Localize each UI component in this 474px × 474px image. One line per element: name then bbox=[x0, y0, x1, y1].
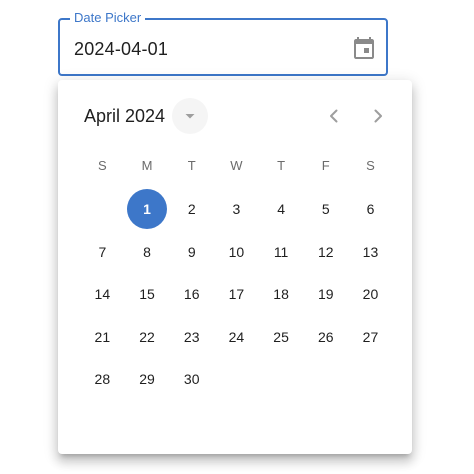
day-cell[interactable]: 20 bbox=[348, 273, 393, 316]
day-cell[interactable]: 16 bbox=[169, 273, 214, 316]
day-cell[interactable]: 14 bbox=[80, 273, 125, 316]
day-number: 5 bbox=[321, 201, 330, 218]
day-number: 2 bbox=[187, 201, 196, 218]
day-cell[interactable]: 26 bbox=[303, 316, 348, 359]
day-cell[interactable]: 12 bbox=[303, 231, 348, 274]
day-cell[interactable]: 28 bbox=[80, 358, 125, 401]
day-cell[interactable]: 7 bbox=[80, 231, 125, 274]
day-number: 1 bbox=[127, 189, 168, 230]
day-cell[interactable]: 24 bbox=[214, 316, 259, 359]
day-number: 9 bbox=[187, 243, 196, 260]
chevron-left-icon bbox=[330, 109, 338, 123]
day-number: 20 bbox=[362, 286, 379, 303]
arrow-drop-down-icon bbox=[185, 114, 195, 119]
day-number: 12 bbox=[317, 243, 334, 260]
day-number: 27 bbox=[362, 328, 379, 345]
calendar-popup: April 2024 S M T W T F S 1 2 3 4 5 6 7 8 9 10 11 12… bbox=[58, 80, 412, 454]
day-number: 15 bbox=[139, 286, 155, 303]
day-cell[interactable]: 17 bbox=[214, 273, 259, 316]
day-number: 17 bbox=[228, 286, 245, 303]
date-input-value[interactable]: 2024-04-01 bbox=[74, 38, 168, 60]
date-picker-label: Date Picker bbox=[70, 10, 146, 26]
day-number: 19 bbox=[317, 286, 334, 303]
day-number: 7 bbox=[98, 243, 107, 260]
day-cell[interactable]: 11 bbox=[259, 231, 304, 274]
day-cell[interactable]: 15 bbox=[125, 273, 170, 316]
day-number: 16 bbox=[183, 286, 200, 303]
previous-month-button[interactable] bbox=[320, 102, 348, 130]
day-empty-cell bbox=[80, 188, 125, 231]
weekday-label: T bbox=[187, 158, 196, 173]
day-cell[interactable]: 13 bbox=[348, 231, 393, 274]
weekday-label: M bbox=[141, 158, 153, 173]
day-cell[interactable]: 18 bbox=[259, 273, 304, 316]
day-number: 13 bbox=[362, 243, 379, 260]
chevron-right-icon bbox=[374, 109, 382, 123]
day-number: 30 bbox=[183, 371, 200, 388]
day-number: 28 bbox=[94, 371, 111, 388]
day-selected[interactable]: 1 bbox=[125, 188, 170, 231]
day-cell[interactable]: 10 bbox=[214, 231, 259, 274]
day-number: 14 bbox=[94, 286, 111, 303]
day-cell[interactable]: 2 bbox=[169, 188, 214, 231]
month-year-label[interactable]: April 2024 bbox=[84, 105, 165, 127]
weekday-label: T bbox=[277, 158, 286, 173]
day-number: 10 bbox=[228, 243, 245, 260]
day-cell[interactable]: 21 bbox=[80, 316, 125, 359]
calendar-icon[interactable] bbox=[352, 36, 376, 60]
day-number: 8 bbox=[143, 243, 151, 260]
day-cell[interactable]: 4 bbox=[259, 188, 304, 231]
day-cell[interactable]: 19 bbox=[303, 273, 348, 316]
day-number: 22 bbox=[139, 328, 155, 345]
day-cell[interactable]: 30 bbox=[169, 358, 214, 401]
weekday-label: W bbox=[230, 158, 243, 173]
day-cell[interactable]: 29 bbox=[125, 358, 170, 401]
day-number: 25 bbox=[273, 328, 289, 345]
day-cell[interactable]: 3 bbox=[214, 188, 259, 231]
weekday-label: S bbox=[98, 158, 107, 173]
date-picker-field[interactable]: Date Picker 2024-04-01 bbox=[58, 10, 388, 76]
day-cell[interactable]: 8 bbox=[125, 231, 170, 274]
day-grid: 1 2 3 4 5 6 7 8 9 10 11 12 13 14 15 16 17 18 19 20 21 22 23 24 2… bbox=[80, 188, 393, 401]
day-cell[interactable]: 22 bbox=[125, 316, 170, 359]
weekday-header-row: S M T W T F S bbox=[80, 156, 393, 176]
day-number: 26 bbox=[317, 328, 334, 345]
day-cell[interactable]: 27 bbox=[348, 316, 393, 359]
date-picker-screen: Date Picker 2024-04-01 April 2024 S M T … bbox=[0, 0, 474, 474]
day-cell[interactable]: 25 bbox=[259, 316, 304, 359]
day-number: 21 bbox=[94, 328, 111, 345]
day-cell[interactable]: 6 bbox=[348, 188, 393, 231]
day-number: 23 bbox=[183, 328, 200, 345]
day-number: 4 bbox=[277, 201, 285, 218]
weekday-label: S bbox=[366, 158, 375, 173]
weekday-label: F bbox=[321, 158, 330, 173]
day-number: 6 bbox=[366, 201, 375, 218]
day-number: 11 bbox=[273, 243, 289, 260]
day-cell[interactable]: 23 bbox=[169, 316, 214, 359]
day-number: 18 bbox=[273, 286, 289, 303]
year-view-toggle-button[interactable] bbox=[172, 98, 208, 134]
day-number: 24 bbox=[228, 328, 245, 345]
day-number: 29 bbox=[139, 371, 155, 388]
next-month-button[interactable] bbox=[364, 102, 392, 130]
day-cell[interactable]: 9 bbox=[169, 231, 214, 274]
day-cell[interactable]: 5 bbox=[303, 188, 348, 231]
day-number: 3 bbox=[232, 201, 241, 218]
